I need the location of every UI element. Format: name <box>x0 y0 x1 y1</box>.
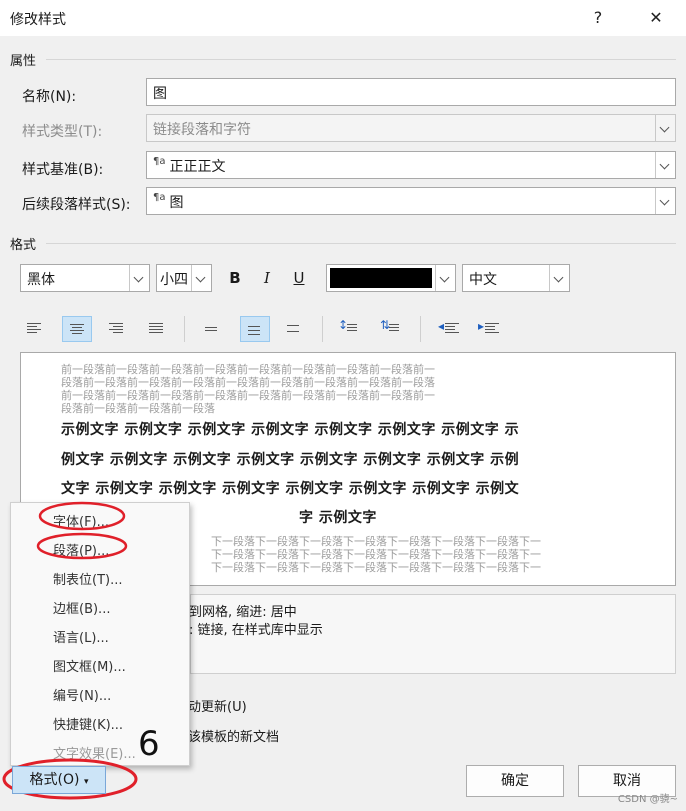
format-button[interactable]: 格式(O) ▾ <box>12 766 106 794</box>
chevron-down-icon: ▾ <box>83 777 89 787</box>
annotation-circle-font <box>38 501 126 531</box>
annotation-overlay <box>2 501 138 800</box>
annotation-circle-paragraph <box>36 532 128 560</box>
ok-button[interactable]: 确定 <box>466 765 564 797</box>
annotation-step-number: 6 <box>138 724 160 764</box>
watermark: CSDN @骁~ <box>617 794 678 805</box>
format-button-label: 格式(O) <box>29 772 80 788</box>
